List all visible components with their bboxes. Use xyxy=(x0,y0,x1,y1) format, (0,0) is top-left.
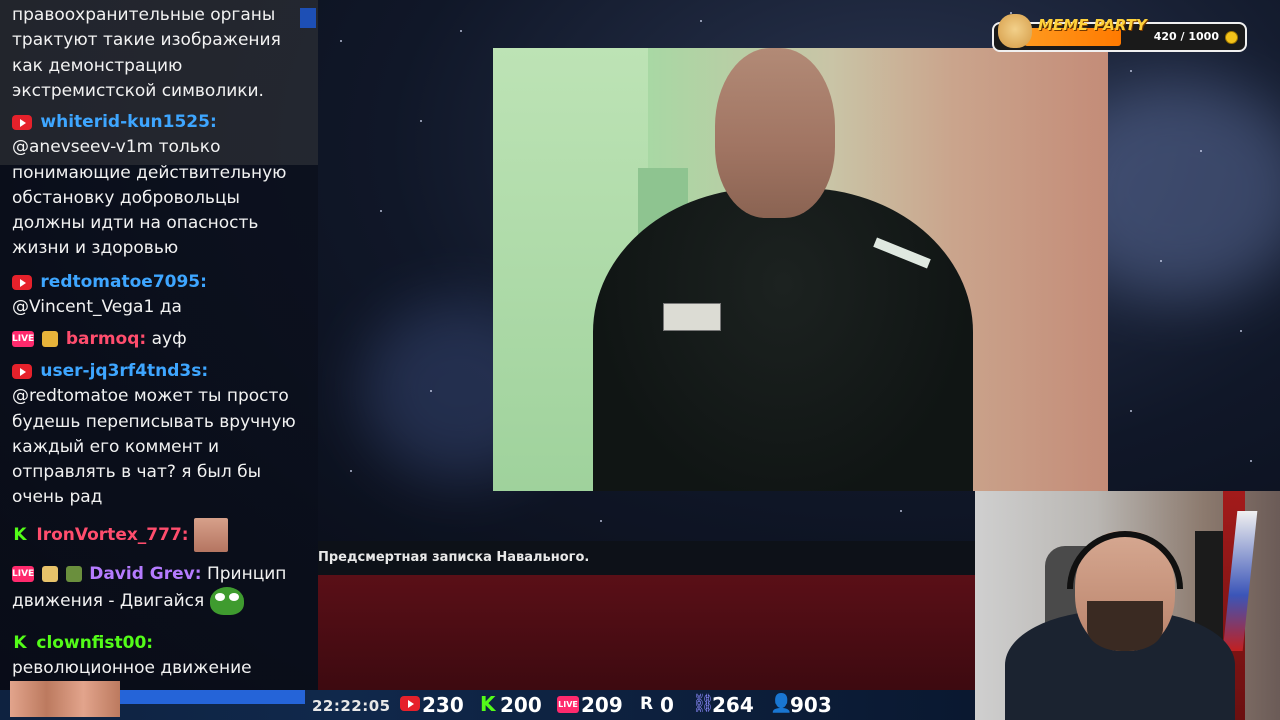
chat-message-text: правоохранительные органы трактуют такие… xyxy=(12,5,281,101)
chat-message-text: @anevseev-v1m только понимающие действит… xyxy=(12,137,287,259)
stream-photo xyxy=(493,48,1108,491)
emote-icon xyxy=(65,566,82,582)
live-icon: LIVE xyxy=(557,696,579,713)
live-viewer-count: 209 xyxy=(581,693,623,717)
meme-party-widget: MEME PARTY 420 / 1000 xyxy=(992,14,1247,52)
chat-message: user-jq3rf4tnd3s: @redtomatoe может ты п… xyxy=(12,359,307,511)
doge-icon xyxy=(998,14,1032,48)
chat-username: user-jq3rf4tnd3s: xyxy=(40,361,209,381)
headphones-icon xyxy=(1067,531,1183,589)
chat-message-text: революционное движение xyxy=(12,658,252,679)
chat-username: IronVortex_777: xyxy=(36,525,189,545)
chat-message-text: ауф xyxy=(151,329,187,349)
live-icon: LIVE xyxy=(12,566,34,582)
red-background-band xyxy=(318,575,975,690)
chat-message-text: @Vincent_Vega1 да xyxy=(12,297,182,318)
chat-message: whiterid-kun1525: @anevseev-v1m только п… xyxy=(12,110,307,262)
beer-emote-icon xyxy=(42,566,59,582)
face-emote-strip xyxy=(10,681,120,717)
youtube-icon xyxy=(12,274,32,290)
face-emote-icon xyxy=(194,518,228,552)
r-platform-icon: R xyxy=(640,694,654,714)
chat-username: barmoq: xyxy=(65,329,147,349)
webcam-feed xyxy=(975,491,1280,720)
caption-bar: Предсмертная записка Навального. xyxy=(318,541,975,575)
chat-message: LIVE barmoq: ауф xyxy=(12,327,307,352)
chat-message: redtomatoe7095: @Vincent_Vega1 да xyxy=(12,270,307,321)
meme-party-count: 420 / 1000 xyxy=(1153,30,1219,43)
youtube-icon xyxy=(12,363,32,379)
clock-time: 22:22:05 xyxy=(312,697,391,715)
r-viewer-count: 0 xyxy=(660,693,674,717)
name-patch xyxy=(663,303,721,331)
kick-icon: K xyxy=(13,525,27,545)
kick-viewer-count: 200 xyxy=(500,693,542,717)
youtube-icon xyxy=(12,114,32,130)
kick-icon: K xyxy=(13,633,27,653)
coin-icon xyxy=(1225,31,1238,44)
chat-message: K clownfist00: революционное движение xyxy=(12,631,307,682)
person-figure xyxy=(593,188,973,491)
chat-message: K IronVortex_777: xyxy=(12,518,307,552)
person-head xyxy=(715,48,835,218)
pepe-emote-icon xyxy=(209,587,244,616)
chat-panel: правоохранительные органы трактуют такие… xyxy=(0,0,318,690)
youtube-viewer-count: 230 xyxy=(422,693,464,717)
live-icon: LIVE xyxy=(12,331,34,347)
meme-party-title: MEME PARTY xyxy=(1038,16,1147,34)
chat-message: LIVE David Grev: Принцип движения - Двиг… xyxy=(12,562,307,616)
chat-username: whiterid-kun1525: xyxy=(40,112,217,132)
chain-count: 264 xyxy=(712,693,754,717)
chat-message-text: @redtomatoe может ты просто будешь переп… xyxy=(12,386,296,508)
total-viewer-count: 903 xyxy=(790,693,832,717)
chat-username: clownfist00: xyxy=(36,633,154,653)
youtube-icon xyxy=(400,696,420,711)
chat-message: правоохранительные органы трактуют такие… xyxy=(12,3,307,104)
chat-username: redtomatoe7095: xyxy=(40,272,207,292)
chat-username: David Grev: xyxy=(89,564,202,584)
stream-caption: Предсмертная записка Навального. xyxy=(318,550,590,565)
emote-icon xyxy=(42,331,59,347)
kick-icon: K xyxy=(480,692,496,716)
